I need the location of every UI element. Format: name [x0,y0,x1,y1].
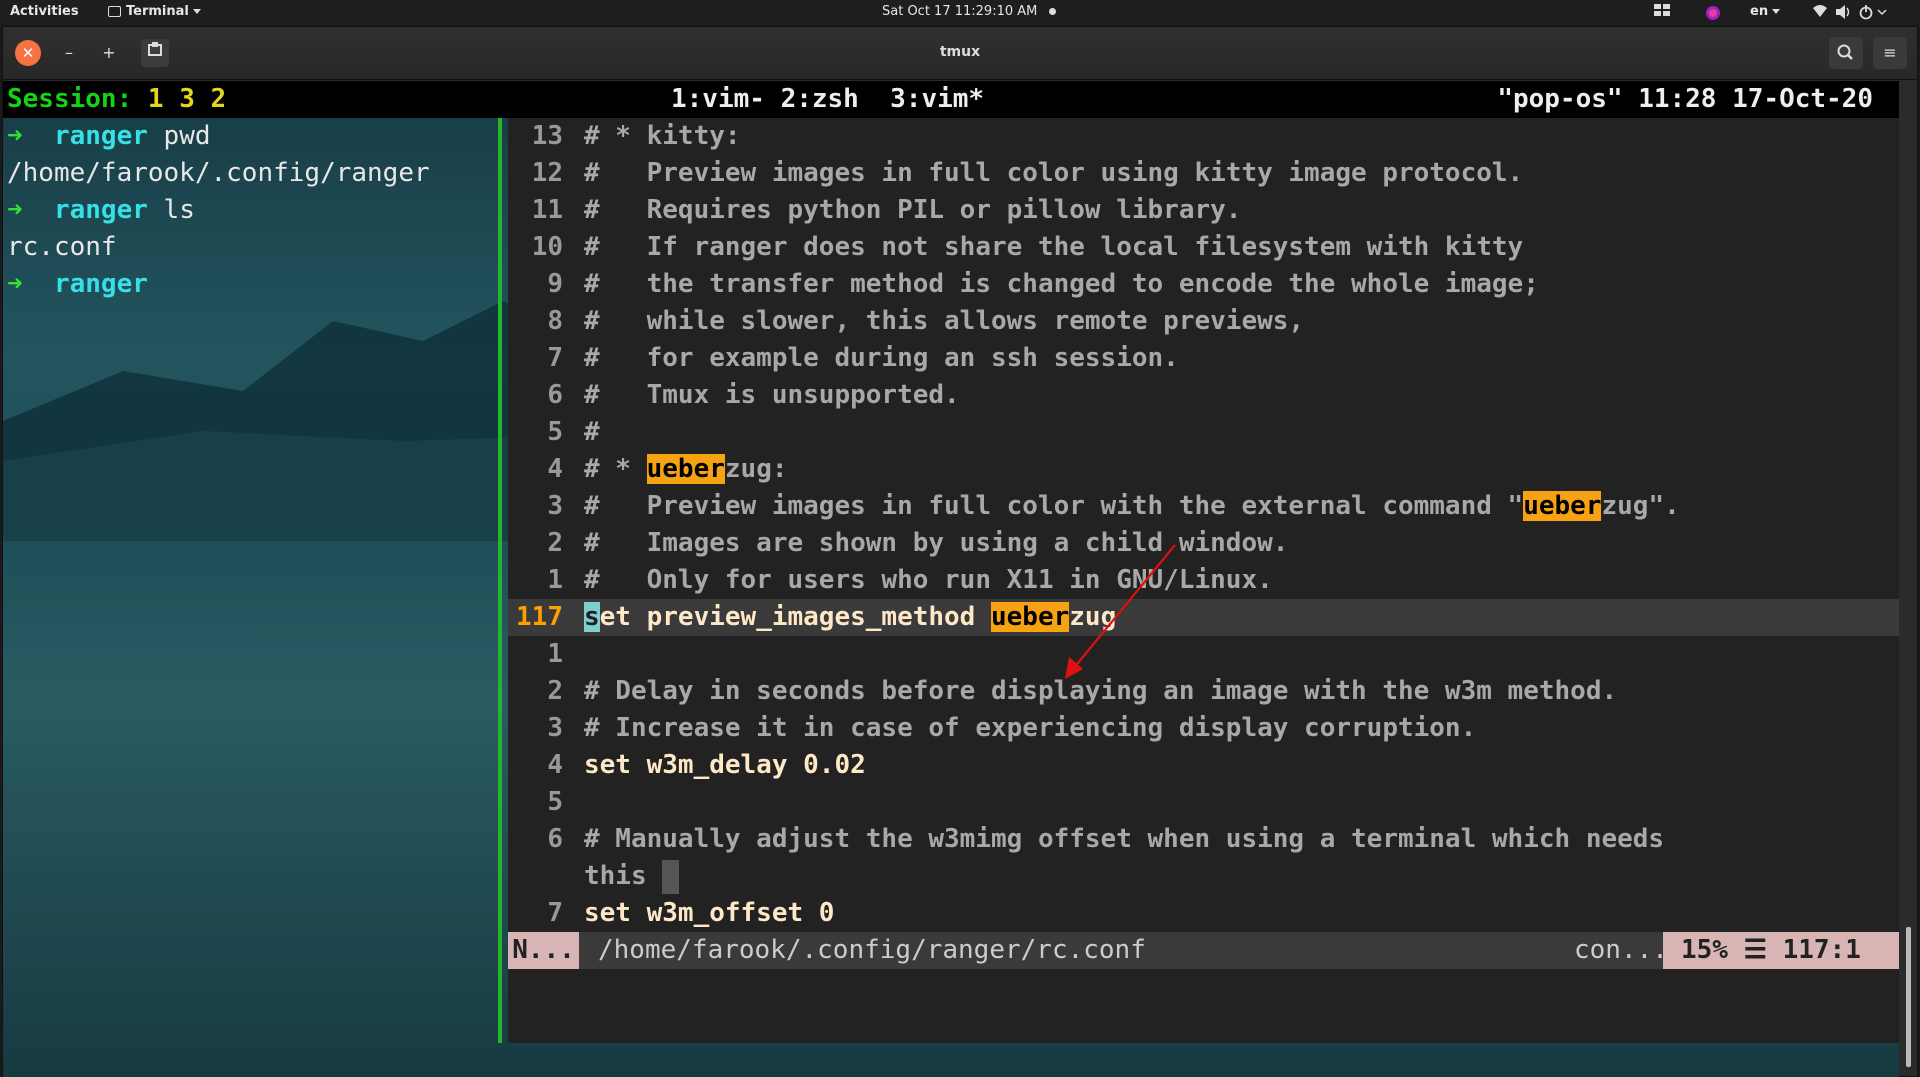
vim-line-number: 4 [547,454,563,484]
shell-prompt-line: ➜ ranger ls [7,192,195,229]
prompt-directory: ranger [22,269,148,299]
vim-cursor: s [584,602,600,632]
vim-line-number: 5 [547,787,563,817]
window-header-bar: ✕ – + tmux ≡ [3,27,1917,80]
shell-prompt-line: ➜ ranger pwd [7,118,211,155]
terminal-icon [108,6,121,17]
vim-code-line[interactable]: # * ueberzug: [584,451,788,488]
chevron-down-icon [192,9,201,14]
vim-line-number: 8 [547,306,563,336]
shell-output-line: /home/farook/.config/ranger [7,158,430,188]
tmux-session-ids: 1 3 2 [147,84,227,114]
vim-line-number: 1 [547,639,563,669]
vim-filetype: con... [1574,935,1668,965]
vim-line-number: 9 [547,269,563,299]
tmux-host-clock: "pop-os" 11:28 17-Oct-20 [1497,84,1873,114]
wrap-cursor-block [662,859,680,894]
tmux-window-list[interactable]: 1:vim- 2:zsh 3:vim* [671,81,984,118]
search-button[interactable] [1829,37,1863,69]
tmux-session-label: Session: 1 3 2 [7,84,227,114]
vim-code-line[interactable]: # for example during an ssh session. [584,340,1179,377]
terminal-window: ✕ – + tmux ≡ Session: 1 3 2 1:vim- 2:zsh… [2,26,1918,1077]
terminal-content[interactable]: Session: 1 3 2 1:vim- 2:zsh 3:vim* "pop-… [3,81,1899,1077]
language-label: en [1750,4,1769,19]
vim-line-number: 3 [547,491,563,521]
window-title: tmux [939,44,981,60]
vim-line-number: 7 [547,343,563,373]
vim-line-number: 12 [531,158,563,188]
vim-code-line[interactable]: set preview_images_method ueberzug [584,599,1116,636]
vim-file-path: /home/farook/.config/ranger/rc.conf [598,935,1146,965]
vim-code-line[interactable]: # Preview images in full color using kit… [584,155,1523,192]
vim-code-line[interactable]: # while slower, this allows remote previ… [584,303,1304,340]
vim-line-number: 2 [547,528,563,558]
annotation-arrow [1065,544,1176,679]
vim-line-number: 3 [547,713,563,743]
vim-line-number: 2 [547,676,563,706]
search-match-highlight: ueber [1523,491,1602,521]
vim-code-line[interactable]: # Preview images in full color with the … [584,488,1680,525]
search-match-highlight: ueber [646,454,725,484]
language-selector[interactable]: en [1750,4,1781,19]
vim-cursor-position: 15% ☰ 117:1 [1663,932,1899,969]
vim-line-number: 4 [547,750,563,780]
clock-label: Sat Oct 17 11:29:10 AM [882,4,1038,19]
vim-code-line[interactable]: # If ranger does not share the local fil… [584,229,1523,266]
vim-mode-indicator: N... [508,932,579,969]
vim-line-number: 13 [531,121,563,151]
vim-line-number: 6 [547,824,563,854]
vim-code-line[interactable]: this [584,858,680,895]
tmux-status-bar: Session: 1 3 2 1:vim- 2:zsh 3:vim* "pop-… [3,81,1899,118]
vim-line-number: 7 [547,898,563,928]
prompt-directory: ranger [22,121,148,151]
system-top-bar: Activities Terminal Sat Oct 17 11:29:10 … [0,0,1920,25]
activities-button[interactable]: Activities [10,4,79,19]
vim-line-number: 6 [547,380,563,410]
vim-code-line[interactable]: # Tmux is unsupported. [584,377,960,414]
vim-pane[interactable]: 13 # * kitty: 12 # Preview images in full c… [508,118,1899,1043]
tmux-pane-divider[interactable] [498,118,502,1043]
app-menu-button[interactable]: Terminal [108,4,201,19]
search-icon [1837,44,1853,60]
system-tray-icons [1813,5,1887,20]
vim-code-line[interactable]: # [584,414,600,451]
chevron-down-icon [1772,9,1781,14]
hamburger-menu-button[interactable]: ≡ [1873,37,1907,69]
prompt-directory: ranger [22,195,148,225]
workspaces-icon[interactable] [1654,4,1670,20]
vim-line-number: 1 [547,565,563,595]
terminal-scrollbar[interactable] [1906,927,1911,1067]
vim-code-line[interactable]: # Manually adjust the w3mimg offset when… [584,821,1664,858]
volume-icon [1836,5,1845,19]
vim-line-number: 11 [531,195,563,225]
prompt-arrow-icon: ➜ [7,121,23,151]
vim-code-line[interactable]: # * kitty: [584,118,741,155]
prompt-arrow-icon: ➜ [7,269,23,299]
vim-status-line: N... /home/farook/.config/ranger/rc.conf… [508,932,1899,969]
vim-code-line[interactable]: # Requires python PIL or pillow library. [584,192,1241,229]
prompt-arrow-icon: ➜ [7,195,23,225]
vim-line-number: 5 [547,417,563,447]
clock[interactable]: Sat Oct 17 11:29:10 AM [882,4,1057,19]
vim-line-number: 117 [516,602,563,632]
color-picker-icon[interactable] [1705,5,1721,25]
vim-line-number [508,858,563,895]
vim-code-line[interactable]: # Increase it in case of experiencing di… [584,710,1476,747]
shell-command: pwd [147,121,211,151]
vim-code-line[interactable]: # the transfer method is changed to enco… [584,266,1539,303]
shell-output-line: rc.conf [7,232,117,262]
app-menu-label: Terminal [126,4,189,19]
notification-dot-icon [1049,8,1057,15]
shell-command: ls [147,195,195,225]
shell-prompt-line: ➜ ranger [7,266,148,303]
vim-code-line[interactable]: set w3m_offset 0 [584,895,834,932]
vim-line-number: 10 [531,232,563,262]
vim-code-line[interactable]: set w3m_delay 0.02 [584,747,866,784]
wifi-icon [1813,5,1827,17]
system-menu[interactable] [1812,4,1890,24]
